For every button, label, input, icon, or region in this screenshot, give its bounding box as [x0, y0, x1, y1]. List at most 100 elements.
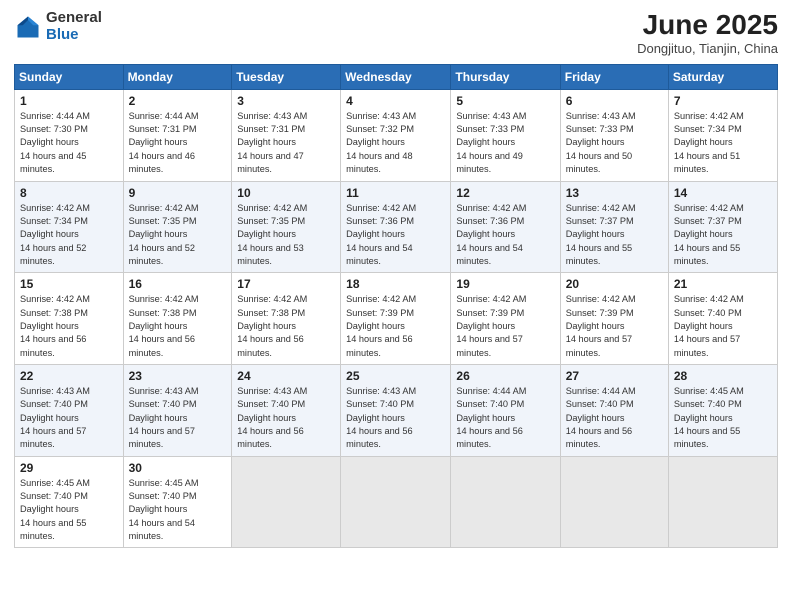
calendar-row-4: 22 Sunrise: 4:43 AM Sunset: 7:40 PM Dayl… — [15, 364, 778, 456]
day-number: 21 — [674, 277, 772, 291]
day-info: Sunrise: 4:43 AM Sunset: 7:31 PM Dayligh… — [237, 110, 335, 177]
calendar-header-row: Sunday Monday Tuesday Wednesday Thursday… — [15, 64, 778, 89]
table-cell: 7 Sunrise: 4:42 AM Sunset: 7:34 PM Dayli… — [668, 89, 777, 181]
day-number: 7 — [674, 94, 772, 108]
header-sunday: Sunday — [15, 64, 124, 89]
table-cell: 28 Sunrise: 4:45 AM Sunset: 7:40 PM Dayl… — [668, 364, 777, 456]
day-number: 20 — [566, 277, 663, 291]
day-number: 28 — [674, 369, 772, 383]
table-cell: 25 Sunrise: 4:43 AM Sunset: 7:40 PM Dayl… — [341, 364, 451, 456]
table-cell: 10 Sunrise: 4:42 AM Sunset: 7:35 PM Dayl… — [232, 181, 341, 273]
day-number: 14 — [674, 186, 772, 200]
logo-blue-text: Blue — [46, 27, 102, 44]
day-info: Sunrise: 4:42 AM Sunset: 7:36 PM Dayligh… — [346, 202, 445, 269]
day-info: Sunrise: 4:42 AM Sunset: 7:39 PM Dayligh… — [456, 293, 554, 360]
day-info: Sunrise: 4:44 AM Sunset: 7:31 PM Dayligh… — [129, 110, 227, 177]
day-number: 13 — [566, 186, 663, 200]
page-header: General Blue June 2025 Dongjituo, Tianji… — [14, 10, 778, 56]
table-cell: 5 Sunrise: 4:43 AM Sunset: 7:33 PM Dayli… — [451, 89, 560, 181]
table-cell: 11 Sunrise: 4:42 AM Sunset: 7:36 PM Dayl… — [341, 181, 451, 273]
table-cell: 18 Sunrise: 4:42 AM Sunset: 7:39 PM Dayl… — [341, 273, 451, 365]
table-cell: 30 Sunrise: 4:45 AM Sunset: 7:40 PM Dayl… — [123, 456, 232, 548]
table-cell: 9 Sunrise: 4:42 AM Sunset: 7:35 PM Dayli… — [123, 181, 232, 273]
day-info: Sunrise: 4:42 AM Sunset: 7:39 PM Dayligh… — [566, 293, 663, 360]
day-number: 9 — [129, 186, 227, 200]
day-info: Sunrise: 4:43 AM Sunset: 7:33 PM Dayligh… — [566, 110, 663, 177]
day-info: Sunrise: 4:42 AM Sunset: 7:37 PM Dayligh… — [674, 202, 772, 269]
table-cell: 1 Sunrise: 4:44 AM Sunset: 7:30 PM Dayli… — [15, 89, 124, 181]
table-cell: 4 Sunrise: 4:43 AM Sunset: 7:32 PM Dayli… — [341, 89, 451, 181]
table-cell — [341, 456, 451, 548]
day-number: 4 — [346, 94, 445, 108]
calendar-row-2: 8 Sunrise: 4:42 AM Sunset: 7:34 PM Dayli… — [15, 181, 778, 273]
day-number: 1 — [20, 94, 118, 108]
table-cell: 13 Sunrise: 4:42 AM Sunset: 7:37 PM Dayl… — [560, 181, 668, 273]
day-info: Sunrise: 4:42 AM Sunset: 7:37 PM Dayligh… — [566, 202, 663, 269]
day-number: 25 — [346, 369, 445, 383]
day-number: 19 — [456, 277, 554, 291]
day-info: Sunrise: 4:45 AM Sunset: 7:40 PM Dayligh… — [129, 477, 227, 544]
day-number: 11 — [346, 186, 445, 200]
logo-general-text: General — [46, 10, 102, 27]
table-cell: 6 Sunrise: 4:43 AM Sunset: 7:33 PM Dayli… — [560, 89, 668, 181]
table-cell: 3 Sunrise: 4:43 AM Sunset: 7:31 PM Dayli… — [232, 89, 341, 181]
day-info: Sunrise: 4:42 AM Sunset: 7:34 PM Dayligh… — [20, 202, 118, 269]
logo-text: General Blue — [46, 10, 102, 43]
day-info: Sunrise: 4:42 AM Sunset: 7:35 PM Dayligh… — [237, 202, 335, 269]
table-cell: 29 Sunrise: 4:45 AM Sunset: 7:40 PM Dayl… — [15, 456, 124, 548]
logo-icon — [14, 13, 42, 41]
day-info: Sunrise: 4:43 AM Sunset: 7:40 PM Dayligh… — [346, 385, 445, 452]
day-info: Sunrise: 4:44 AM Sunset: 7:40 PM Dayligh… — [566, 385, 663, 452]
day-info: Sunrise: 4:45 AM Sunset: 7:40 PM Dayligh… — [20, 477, 118, 544]
day-info: Sunrise: 4:42 AM Sunset: 7:38 PM Dayligh… — [237, 293, 335, 360]
calendar-row-1: 1 Sunrise: 4:44 AM Sunset: 7:30 PM Dayli… — [15, 89, 778, 181]
table-cell: 14 Sunrise: 4:42 AM Sunset: 7:37 PM Dayl… — [668, 181, 777, 273]
day-info: Sunrise: 4:44 AM Sunset: 7:40 PM Dayligh… — [456, 385, 554, 452]
table-cell: 19 Sunrise: 4:42 AM Sunset: 7:39 PM Dayl… — [451, 273, 560, 365]
day-info: Sunrise: 4:44 AM Sunset: 7:30 PM Dayligh… — [20, 110, 118, 177]
day-info: Sunrise: 4:42 AM Sunset: 7:39 PM Dayligh… — [346, 293, 445, 360]
table-cell: 20 Sunrise: 4:42 AM Sunset: 7:39 PM Dayl… — [560, 273, 668, 365]
table-cell: 2 Sunrise: 4:44 AM Sunset: 7:31 PM Dayli… — [123, 89, 232, 181]
calendar-table: Sunday Monday Tuesday Wednesday Thursday… — [14, 64, 778, 549]
header-monday: Monday — [123, 64, 232, 89]
day-info: Sunrise: 4:42 AM Sunset: 7:38 PM Dayligh… — [20, 293, 118, 360]
day-info: Sunrise: 4:43 AM Sunset: 7:40 PM Dayligh… — [237, 385, 335, 452]
day-number: 26 — [456, 369, 554, 383]
day-info: Sunrise: 4:43 AM Sunset: 7:33 PM Dayligh… — [456, 110, 554, 177]
day-info: Sunrise: 4:42 AM Sunset: 7:38 PM Dayligh… — [129, 293, 227, 360]
header-wednesday: Wednesday — [341, 64, 451, 89]
day-number: 10 — [237, 186, 335, 200]
day-info: Sunrise: 4:42 AM Sunset: 7:35 PM Dayligh… — [129, 202, 227, 269]
day-info: Sunrise: 4:43 AM Sunset: 7:40 PM Dayligh… — [20, 385, 118, 452]
header-friday: Friday — [560, 64, 668, 89]
month-title: June 2025 — [637, 10, 778, 41]
day-number: 18 — [346, 277, 445, 291]
day-info: Sunrise: 4:42 AM Sunset: 7:34 PM Dayligh… — [674, 110, 772, 177]
day-number: 12 — [456, 186, 554, 200]
table-cell: 21 Sunrise: 4:42 AM Sunset: 7:40 PM Dayl… — [668, 273, 777, 365]
day-number: 6 — [566, 94, 663, 108]
day-number: 8 — [20, 186, 118, 200]
day-number: 22 — [20, 369, 118, 383]
table-cell: 26 Sunrise: 4:44 AM Sunset: 7:40 PM Dayl… — [451, 364, 560, 456]
table-cell: 24 Sunrise: 4:43 AM Sunset: 7:40 PM Dayl… — [232, 364, 341, 456]
day-number: 16 — [129, 277, 227, 291]
day-info: Sunrise: 4:42 AM Sunset: 7:36 PM Dayligh… — [456, 202, 554, 269]
day-info: Sunrise: 4:45 AM Sunset: 7:40 PM Dayligh… — [674, 385, 772, 452]
calendar-row-5: 29 Sunrise: 4:45 AM Sunset: 7:40 PM Dayl… — [15, 456, 778, 548]
title-block: June 2025 Dongjituo, Tianjin, China — [637, 10, 778, 56]
table-cell — [668, 456, 777, 548]
table-cell — [451, 456, 560, 548]
table-cell: 16 Sunrise: 4:42 AM Sunset: 7:38 PM Dayl… — [123, 273, 232, 365]
day-number: 17 — [237, 277, 335, 291]
location-subtitle: Dongjituo, Tianjin, China — [637, 41, 778, 56]
table-cell — [232, 456, 341, 548]
header-thursday: Thursday — [451, 64, 560, 89]
logo: General Blue — [14, 10, 102, 43]
day-number: 3 — [237, 94, 335, 108]
day-number: 24 — [237, 369, 335, 383]
table-cell: 12 Sunrise: 4:42 AM Sunset: 7:36 PM Dayl… — [451, 181, 560, 273]
table-cell: 22 Sunrise: 4:43 AM Sunset: 7:40 PM Dayl… — [15, 364, 124, 456]
day-number: 2 — [129, 94, 227, 108]
